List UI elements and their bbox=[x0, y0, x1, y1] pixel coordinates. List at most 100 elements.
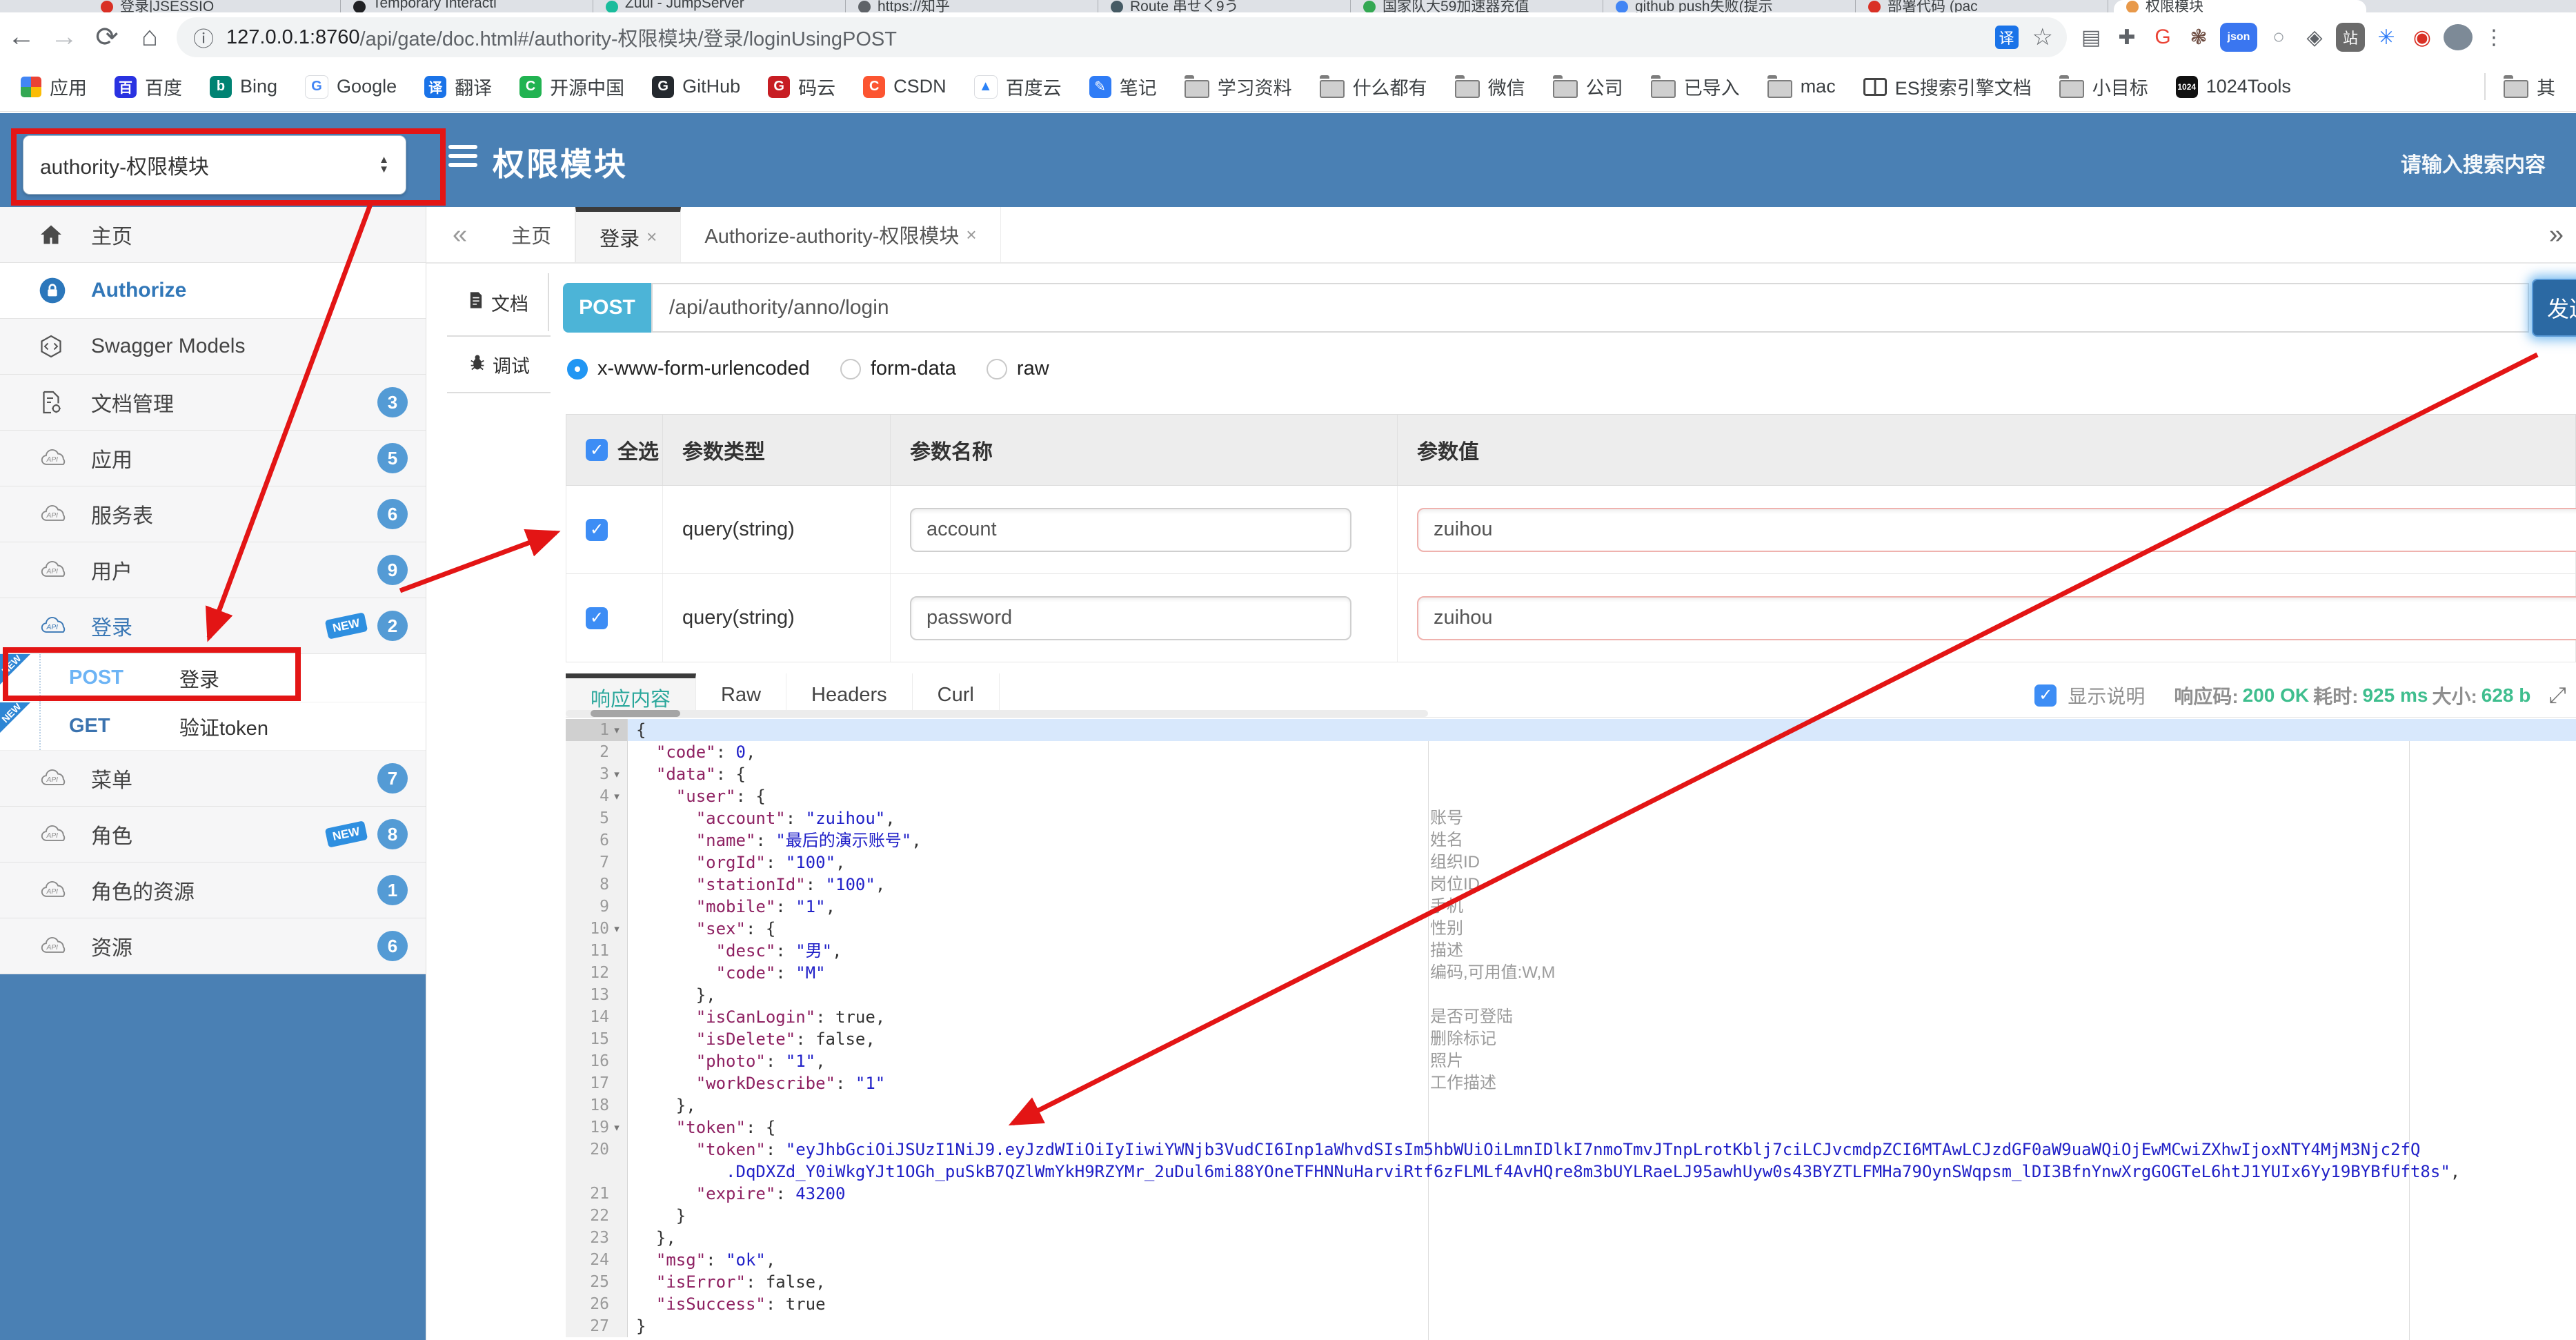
bookmark-item[interactable]: 什么都有 bbox=[1319, 73, 1427, 100]
sidebar-item-文档管理[interactable]: 文档管理 3 bbox=[0, 375, 426, 431]
more-tabs-icon[interactable]: » bbox=[2549, 220, 2564, 250]
module-select[interactable]: authority-权限模块 ▲ ▼ bbox=[23, 135, 406, 195]
sidebar-item-资源[interactable]: API 资源 6 bbox=[0, 918, 426, 974]
zhan-icon[interactable]: 站 bbox=[2336, 23, 2365, 52]
param-value-input[interactable] bbox=[1417, 595, 2576, 640]
sidebar-item-用户[interactable]: API 用户 9 bbox=[0, 542, 426, 598]
browser-tab[interactable]: 权限模块 bbox=[2114, 0, 2366, 12]
content-tab[interactable]: 主页 bbox=[488, 207, 576, 262]
circle-icon[interactable]: ○ bbox=[2264, 23, 2293, 52]
bookmark-item[interactable]: 小目标 bbox=[2059, 73, 2148, 100]
content-tab[interactable]: 登录 × bbox=[575, 207, 682, 262]
bookmark-item[interactable]: ES搜索引擎文档 bbox=[1863, 73, 2032, 100]
code-scrollbar-thumb[interactable] bbox=[591, 710, 680, 717]
reload-icon[interactable]: ⟳ bbox=[86, 21, 128, 53]
bookmark-item[interactable]: ▲ 百度云 bbox=[973, 73, 1062, 100]
bookmark-item[interactable]: b Bing bbox=[210, 75, 277, 98]
code-scrollbar-track[interactable] bbox=[566, 710, 1428, 717]
sidebar-endpoint-post[interactable]: NEW POST 登录 bbox=[0, 653, 426, 702]
send-button[interactable]: 发送 bbox=[2532, 279, 2576, 337]
body-type-option[interactable]: raw bbox=[986, 357, 1049, 380]
fold-toggle-icon[interactable]: ▾ bbox=[609, 1121, 624, 1134]
select-all-checkbox[interactable]: ✓ bbox=[586, 439, 608, 461]
asterisk-icon[interactable]: ✳ bbox=[2372, 23, 2401, 52]
bookmark-item[interactable]: 百百度 bbox=[115, 73, 182, 100]
bookmark-item[interactable]: 应用 bbox=[21, 73, 87, 100]
translate-icon[interactable]: 译 bbox=[1994, 26, 2019, 49]
side-tab-文档[interactable]: 文档 bbox=[447, 273, 549, 331]
browser-tab[interactable]: 登录|JSESSIO bbox=[88, 0, 341, 12]
radio-icon[interactable] bbox=[986, 358, 1007, 380]
fold-toggle-icon[interactable]: ▾ bbox=[609, 790, 624, 802]
bookmark-item[interactable]: C CSDN bbox=[863, 75, 947, 98]
bookmark-item[interactable]: 公司 bbox=[1552, 73, 1623, 100]
avatar-icon[interactable] bbox=[2444, 24, 2473, 50]
bookmark-item[interactable]: ✎ 笔记 bbox=[1089, 73, 1157, 100]
collapse-tabs-icon[interactable]: « bbox=[453, 220, 467, 250]
param-name-input[interactable] bbox=[910, 507, 1351, 552]
radio-icon[interactable] bbox=[567, 358, 588, 380]
body-type-option[interactable]: form-data bbox=[840, 357, 956, 380]
sidebar-item-Swagger Models[interactable]: Swagger Models bbox=[0, 319, 426, 375]
browser-tab[interactable]: Zuul - JumpServer bbox=[593, 0, 846, 12]
bookmark-item[interactable]: 译翻译 bbox=[424, 73, 492, 100]
bookmark-item[interactable]: G 码云 bbox=[768, 73, 835, 100]
radio-icon[interactable] bbox=[840, 358, 861, 380]
fold-toggle-icon[interactable]: ▾ bbox=[609, 923, 624, 935]
sidebar-item-菜单[interactable]: API 菜单 7 bbox=[0, 751, 426, 807]
browser-tab[interactable]: 国家队大59加速器充值 bbox=[1351, 0, 1603, 12]
browser-tab[interactable]: Route 串せく9う bbox=[1098, 0, 1351, 12]
browser-tab[interactable]: github push失败(提示 bbox=[1603, 0, 1856, 12]
json-viewer-icon[interactable]: json bbox=[2220, 23, 2257, 52]
menu-toggle-icon[interactable] bbox=[448, 145, 477, 173]
body-type-option[interactable]: x-www-form-urlencoded bbox=[567, 357, 810, 380]
fold-toggle-icon[interactable]: ▾ bbox=[609, 724, 624, 736]
sidebar-item-authorize[interactable]: Authorize bbox=[0, 263, 426, 319]
back-icon[interactable]: ← bbox=[0, 21, 43, 53]
side-tab-调试[interactable]: 调试 bbox=[447, 335, 551, 393]
browser-tab[interactable]: 部署代码 (pac bbox=[1856, 0, 2108, 12]
forward-icon[interactable]: → bbox=[43, 21, 86, 53]
header-search-input[interactable]: 请输入搜索内容 bbox=[2401, 148, 2546, 178]
paw-icon[interactable]: ❃ bbox=[2184, 23, 2213, 52]
sidebar-item-服务表[interactable]: API 服务表 6 bbox=[0, 486, 426, 542]
extensions-icon[interactable]: ✚ bbox=[2112, 23, 2141, 52]
other-bookmarks[interactable]: 其 bbox=[2484, 73, 2555, 100]
param-checkbox[interactable]: ✓ bbox=[586, 518, 608, 541]
sidebar-item-主页[interactable]: 主页 bbox=[0, 207, 426, 263]
bookmark-item[interactable]: G GitHub bbox=[652, 75, 740, 98]
sidebar-item-角色[interactable]: API 角色 NEW 8 bbox=[0, 807, 426, 863]
fold-toggle-icon[interactable]: ▾ bbox=[609, 768, 624, 780]
browser-tab[interactable]: https://知乎 bbox=[846, 0, 1098, 12]
param-value-input[interactable] bbox=[1417, 507, 2576, 552]
bookmark-item[interactable]: 学习资料 bbox=[1184, 73, 1292, 100]
google-account-icon[interactable]: G bbox=[2148, 23, 2177, 52]
bookmark-item[interactable]: C 开源中国 bbox=[519, 73, 624, 100]
bookmark-item[interactable]: 微信 bbox=[1454, 73, 1525, 100]
expand-icon[interactable]: ⤢ bbox=[2548, 682, 2566, 709]
menu-icon[interactable]: ⋮ bbox=[2479, 23, 2508, 52]
param-checkbox[interactable]: ✓ bbox=[586, 607, 608, 629]
show-desc-checkbox[interactable]: ✓ bbox=[2034, 684, 2057, 707]
bookmark-item[interactable]: 1024 1024Tools bbox=[2175, 75, 2291, 98]
sidebar-item-登录[interactable]: API 登录 NEW 2 bbox=[0, 598, 426, 654]
bookmark-item[interactable]: G Google bbox=[305, 75, 397, 99]
address-bar[interactable]: ⓘ 127.0.0.1:8760 /api/gate/doc.html#/aut… bbox=[177, 17, 2067, 57]
content-tab[interactable]: Authorize-authority-权限模块 × bbox=[681, 207, 1001, 262]
sidebar-item-角色的资源[interactable]: API 角色的资源 1 bbox=[0, 863, 426, 918]
side-panel-icon[interactable]: ▤ bbox=[2077, 23, 2106, 52]
close-tab-icon[interactable]: × bbox=[966, 224, 976, 246]
bookmark-item[interactable]: 已导入 bbox=[1650, 73, 1740, 100]
pin-icon[interactable]: ◉ bbox=[2408, 23, 2437, 52]
request-url-input[interactable] bbox=[651, 283, 2529, 333]
close-tab-icon[interactable]: × bbox=[646, 226, 657, 248]
shield-icon[interactable]: ◈ bbox=[2300, 23, 2329, 52]
browser-tab[interactable]: Temporary Interacti bbox=[341, 0, 593, 12]
home-icon[interactable]: ⌂ bbox=[128, 21, 171, 53]
sidebar-endpoint-get[interactable]: NEW GET 验证token bbox=[0, 701, 426, 751]
bookmark-star-icon[interactable]: ☆ bbox=[2032, 23, 2053, 51]
sidebar-item-应用[interactable]: API 应用 5 bbox=[0, 431, 426, 486]
bookmark-item[interactable]: mac bbox=[1767, 75, 1836, 98]
site-info-icon[interactable]: ⓘ bbox=[193, 22, 214, 52]
param-name-input[interactable] bbox=[910, 595, 1351, 640]
